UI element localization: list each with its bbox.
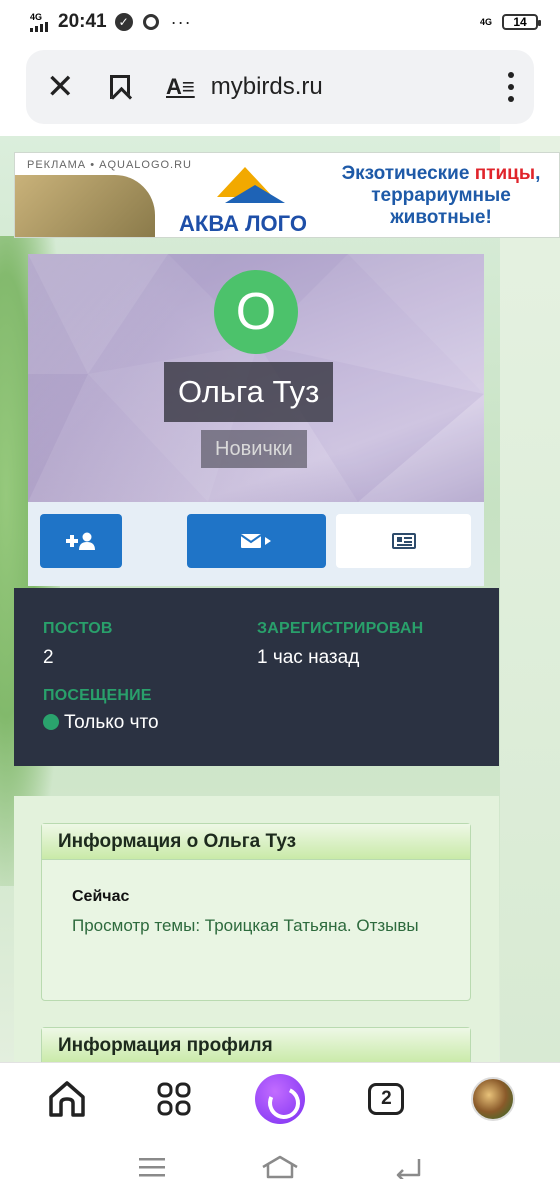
grid-icon — [157, 1082, 191, 1115]
profile-name: Ольга Туз — [164, 362, 334, 422]
tabs-button[interactable]: 2 — [356, 1069, 416, 1129]
profile-content: Информация о Ольга Туз Сейчас Просмотр т… — [14, 796, 499, 1062]
back-icon[interactable] — [393, 1155, 423, 1179]
profile-cover: О Ольга Туз Новички — [28, 254, 484, 502]
browser-toolbar: ✕ A≡ mybirds.ru — [0, 44, 560, 136]
registered-label: ЗАРЕГИСТРИРОВАН — [257, 620, 424, 637]
visit-label: ПОСЕЩЕНИЕ — [43, 687, 152, 704]
close-icon[interactable]: ✕ — [46, 70, 76, 104]
bookmark-icon[interactable] — [110, 75, 130, 99]
ad-slogan-part1: Экзотические — [341, 163, 475, 184]
profile-info-title: Информация профиля — [42, 1028, 470, 1062]
now-activity-link[interactable]: Просмотр темы: Троицкая Татьяна. Отзывы — [72, 912, 440, 940]
services-button[interactable] — [144, 1069, 204, 1129]
now-label: Сейчас — [72, 888, 130, 905]
system-nav-bar — [0, 1134, 560, 1200]
alice-assistant-icon — [254, 1073, 305, 1124]
visit-value: Только что — [64, 712, 159, 733]
clock: 20:41 — [58, 11, 107, 32]
reader-mode-icon[interactable]: A≡ — [166, 74, 195, 100]
info-block-body: Сейчас Просмотр темы: Троицкая Татьяна. … — [42, 860, 470, 968]
add-user-icon — [66, 532, 95, 550]
profile-button[interactable] — [463, 1069, 523, 1129]
send-message-button[interactable] — [187, 514, 326, 568]
signal-bars-icon — [30, 21, 48, 32]
background-side — [500, 136, 560, 1062]
newspaper-icon — [391, 533, 416, 549]
add-friend-button[interactable] — [40, 514, 122, 568]
more-notifications-icon: ··· — [170, 11, 192, 32]
ad-banner[interactable]: РЕКЛАМА • AQUALOGO.RU АКВА ЛОГО Экзотиче… — [14, 152, 560, 238]
tabs-count: 2 — [368, 1082, 405, 1115]
online-dot-icon — [43, 714, 59, 730]
chameleon-image — [15, 175, 155, 237]
url-text[interactable]: mybirds.ru — [211, 73, 323, 101]
status-bar: 4G 20:41 ✓ ··· 4G 14 — [0, 0, 560, 44]
info-block: Информация о Ольга Туз Сейчас Просмотр т… — [41, 823, 471, 1001]
registered-value: 1 час назад — [257, 647, 360, 668]
network-type-secondary: 4G — [479, 16, 492, 27]
posts-button[interactable] — [336, 514, 471, 568]
address-bar[interactable]: ✕ A≡ mybirds.ru — [26, 50, 534, 124]
envelope-arrow-icon — [240, 534, 271, 548]
chrome-icon — [142, 14, 159, 30]
avatar[interactable]: О — [214, 270, 298, 354]
battery-icon: 14 — [502, 14, 541, 30]
profile-info-block: Информация профиля — [41, 1027, 471, 1062]
home-icon — [49, 1080, 85, 1117]
home-button[interactable] — [37, 1069, 97, 1129]
posts-value: 2 — [43, 647, 54, 668]
info-block-title: Информация о Ольга Туз — [42, 824, 470, 860]
signal-indicator: 4G — [30, 11, 48, 32]
posts-label: ПОСТОВ — [43, 620, 113, 637]
user-group-badge: Новички — [201, 430, 307, 468]
logo-wave-icon — [225, 185, 285, 203]
profile-actions — [28, 502, 484, 586]
ad-logo: АКВА ЛОГО — [163, 163, 323, 236]
profile-stats: ПОСТОВ 2 ЗАРЕГИСТРИРОВАН 1 час назад ПОС… — [14, 588, 499, 766]
home-nav-icon[interactable] — [260, 1155, 300, 1179]
network-type-label: 4G — [30, 11, 43, 22]
ad-slogan-highlight: птицы — [474, 163, 536, 184]
check-badge-icon: ✓ — [114, 13, 133, 31]
alice-button[interactable] — [250, 1069, 310, 1129]
ad-logo-text: АКВА ЛОГО — [179, 211, 307, 236]
user-avatar — [470, 1076, 515, 1121]
visit-status: Только что — [43, 712, 159, 734]
profile-card: О Ольга Туз Новички — [28, 254, 484, 586]
browser-bottom-nav: 2 — [0, 1062, 560, 1134]
ad-slogan: Экзотические птицы, террариумные животны… — [321, 163, 559, 229]
menu-icon[interactable] — [508, 72, 514, 102]
web-page: РЕКЛАМА • AQUALOGO.RU АКВА ЛОГО Экзотиче… — [0, 136, 560, 1062]
menu-lines-icon[interactable] — [137, 1156, 167, 1178]
